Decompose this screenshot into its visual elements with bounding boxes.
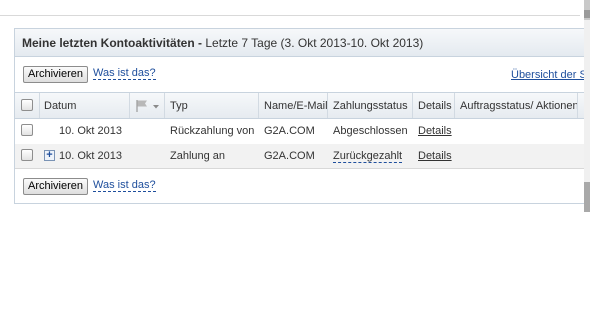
column-separator [258,93,259,118]
column-separator [577,93,578,118]
table-row: + 10. Okt 2013 Zahlung an G2A.COM Zurück… [15,144,590,169]
column-separator [129,93,130,118]
column-separator [454,93,455,118]
row-status: Abgeschlossen [333,125,408,137]
row-date: 10. Okt 2013 [59,150,122,162]
row-details-link[interactable]: Details [418,150,452,162]
header-payment-status[interactable]: Zahlungsstatus [333,100,408,112]
row-name: G2A.COM [264,150,315,162]
expand-plus-icon[interactable]: + [44,150,55,161]
panel-header: Meine letzten Kontoaktivitäten - Letzte … [15,29,590,57]
overview-link[interactable]: Übersicht der St [511,69,590,81]
header-name-email[interactable]: Name/E-Mail [264,100,328,112]
column-separator [164,93,165,118]
header-order-status: Auftragsstatus/ Aktionen [460,100,579,112]
panel-title: Meine letzten Kontoaktivitäten [22,36,195,50]
table-row: 10. Okt 2013 Rückzahlung von G2A.COM Abg… [15,119,590,144]
window-scrollbar-track[interactable] [584,20,590,200]
row-checkbox[interactable] [21,124,33,136]
recent-activity-panel: Meine letzten Kontoaktivitäten - Letzte … [14,28,590,204]
row-date: 10. Okt 2013 [59,125,122,137]
title-separator: - [194,36,206,50]
header-date[interactable]: Datum [44,100,76,112]
row-type: Zahlung an [170,150,226,162]
header-type[interactable]: Typ [170,100,188,112]
row-name: G2A.COM [264,125,315,137]
chevron-down-icon [153,105,159,109]
archive-button-bottom[interactable]: Archivieren [23,178,89,195]
window-scrollbar-thumb[interactable] [584,182,590,212]
whatis-link-top[interactable]: Was ist das? [93,67,156,80]
column-separator [412,93,413,118]
whatis-link-bottom[interactable]: Was ist das? [93,179,156,192]
row-status-link[interactable]: Zurückgezahlt [333,150,403,163]
flag-icon [136,100,159,112]
header-details: Details [418,100,452,112]
select-all-checkbox[interactable] [21,99,33,111]
column-separator [39,93,40,118]
flag-filter[interactable] [134,99,162,113]
row-details-link[interactable]: Details [418,125,452,137]
date-range-label: Letzte 7 Tage (3. Okt 2013-10. Okt 2013) [205,36,424,50]
row-type: Rückzahlung von [170,125,255,137]
table-header: Datum Typ Name/E-Mail Zahlungsstatus Det… [15,92,590,119]
scrollbar-marker [584,10,590,18]
column-separator [327,93,328,118]
row-checkbox[interactable] [21,149,33,161]
top-divider [0,15,580,16]
archive-button-top[interactable]: Archivieren [23,66,89,83]
